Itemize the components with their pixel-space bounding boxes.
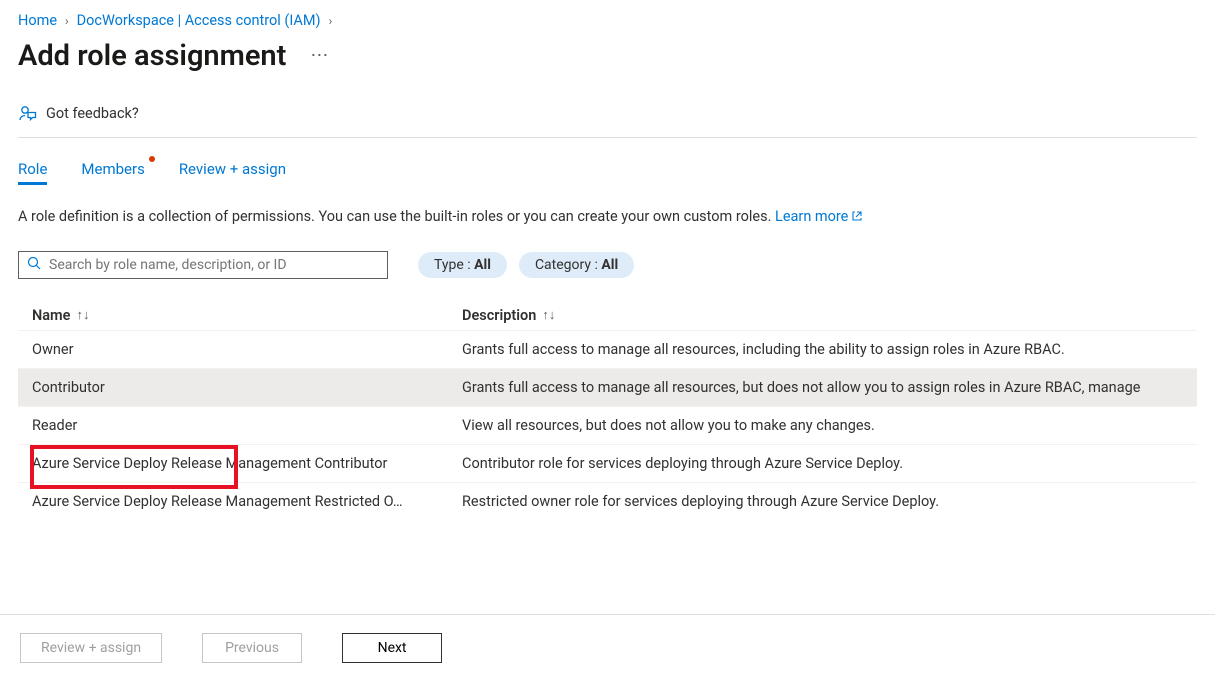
- table-row[interactable]: Reader View all resources, but does not …: [18, 406, 1197, 444]
- previous-button[interactable]: Previous: [202, 633, 302, 663]
- next-button[interactable]: Next: [342, 633, 442, 663]
- table-row[interactable]: Contributor Grants full access to manage…: [18, 368, 1197, 406]
- role-description: Grants full access to manage all resourc…: [462, 341, 1183, 358]
- roles-table: Name ↑↓ Description ↑↓ Owner Grants full…: [18, 301, 1197, 520]
- external-link-icon: [851, 207, 863, 229]
- sort-icon: ↑↓: [76, 307, 89, 323]
- more-actions-button[interactable]: ⋯: [306, 43, 333, 69]
- role-search-input-wrap[interactable]: [18, 251, 388, 279]
- wizard-footer: Review + assign Previous Next: [0, 614, 1215, 681]
- role-description: Grants full access to manage all resourc…: [462, 379, 1183, 396]
- notification-dot-icon: [149, 156, 155, 162]
- table-row[interactable]: Azure Service Deploy Release Management …: [18, 444, 1197, 482]
- learn-more-link[interactable]: Learn more: [775, 208, 863, 225]
- review-assign-button[interactable]: Review + assign: [20, 633, 162, 663]
- role-description: Restricted owner role for services deplo…: [462, 493, 1183, 510]
- search-icon: [27, 256, 41, 274]
- tab-review-assign[interactable]: Review + assign: [179, 160, 286, 184]
- role-name: Azure Service Deploy Release Management …: [32, 493, 462, 510]
- table-row[interactable]: Owner Grants full access to manage all r…: [18, 330, 1197, 368]
- role-name: Azure Service Deploy Release Management …: [32, 455, 462, 472]
- role-name: Reader: [32, 417, 462, 434]
- feedback-icon: [18, 103, 38, 123]
- role-name: Owner: [32, 341, 462, 358]
- breadcrumb: Home › DocWorkspace | Access control (IA…: [18, 12, 1197, 29]
- role-search-input[interactable]: [47, 256, 379, 274]
- tab-role[interactable]: Role: [18, 160, 47, 184]
- sort-icon: ↑↓: [542, 307, 555, 323]
- role-name: Contributor: [32, 379, 462, 396]
- tab-members-label: Members: [81, 160, 144, 178]
- role-description-text: A role definition is a collection of per…: [18, 206, 1197, 229]
- table-row[interactable]: Azure Service Deploy Release Management …: [18, 482, 1197, 520]
- tabs: Role Members Review + assign: [18, 160, 1197, 184]
- chevron-right-icon: ›: [327, 14, 335, 28]
- filter-type-pill[interactable]: Type : All: [418, 252, 507, 278]
- breadcrumb-workspace[interactable]: DocWorkspace | Access control (IAM): [77, 12, 321, 29]
- role-description: Contributor role for services deploying …: [462, 455, 1183, 472]
- column-header-name[interactable]: Name ↑↓: [32, 307, 462, 324]
- breadcrumb-home[interactable]: Home: [18, 12, 57, 29]
- feedback-label: Got feedback?: [46, 105, 139, 122]
- role-description: View all resources, but does not allow y…: [462, 417, 1183, 434]
- page-title: Add role assignment: [18, 39, 286, 73]
- chevron-right-icon: ›: [63, 14, 71, 28]
- column-header-description[interactable]: Description ↑↓: [462, 307, 1183, 324]
- filter-category-pill[interactable]: Category : All: [519, 252, 634, 278]
- tab-members[interactable]: Members: [81, 160, 144, 184]
- feedback-link[interactable]: Got feedback?: [18, 103, 1197, 138]
